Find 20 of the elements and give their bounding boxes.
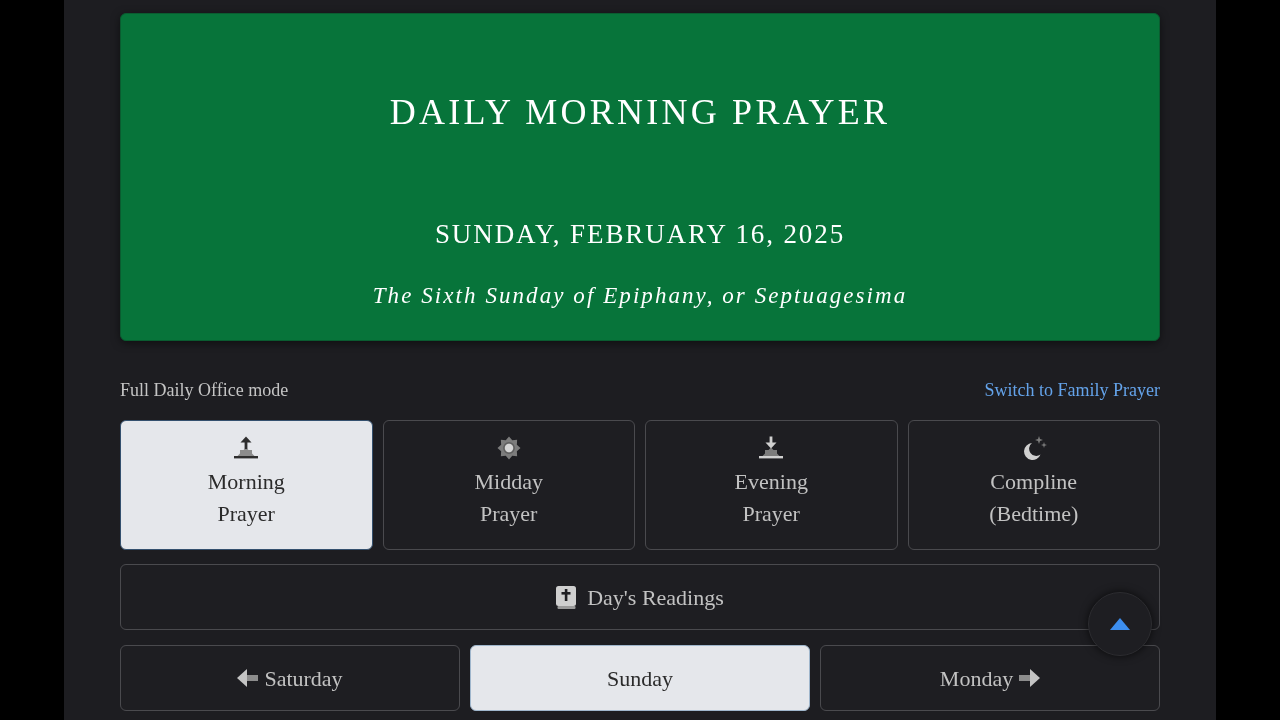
bible-icon (556, 585, 577, 609)
page-title: DAILY MORNING PRAYER (389, 91, 891, 134)
day-button[interactable]: Monday (820, 645, 1160, 711)
date-heading: SUNDAY, FEBRUARY 16, 2025 (434, 218, 846, 251)
sun-icon (496, 436, 521, 460)
sunrise-icon (233, 436, 260, 460)
readings-button[interactable]: Day's Readings (120, 564, 1160, 630)
day-button[interactable]: Saturday (120, 645, 460, 711)
observance-text: The Sixth Sunday of Epiphany, or Septuagesima (372, 282, 908, 310)
office-button[interactable]: Evening Prayer (645, 420, 898, 550)
day-button[interactable]: Sunday (470, 645, 810, 711)
sunset-icon (758, 436, 785, 460)
office-button[interactable]: Compline (Bedtime) (907, 420, 1160, 550)
office-button[interactable]: Morning Prayer (120, 420, 373, 550)
family-prayer-link[interactable]: Switch to Family Prayer (984, 378, 1160, 402)
caret-up-icon (1110, 618, 1130, 630)
right-arrow-icon (1019, 669, 1041, 687)
office-button[interactable]: Midday Prayer (382, 420, 635, 550)
left-arrow-icon (237, 669, 259, 687)
mode-label: Full Daily Office mode (120, 379, 289, 402)
